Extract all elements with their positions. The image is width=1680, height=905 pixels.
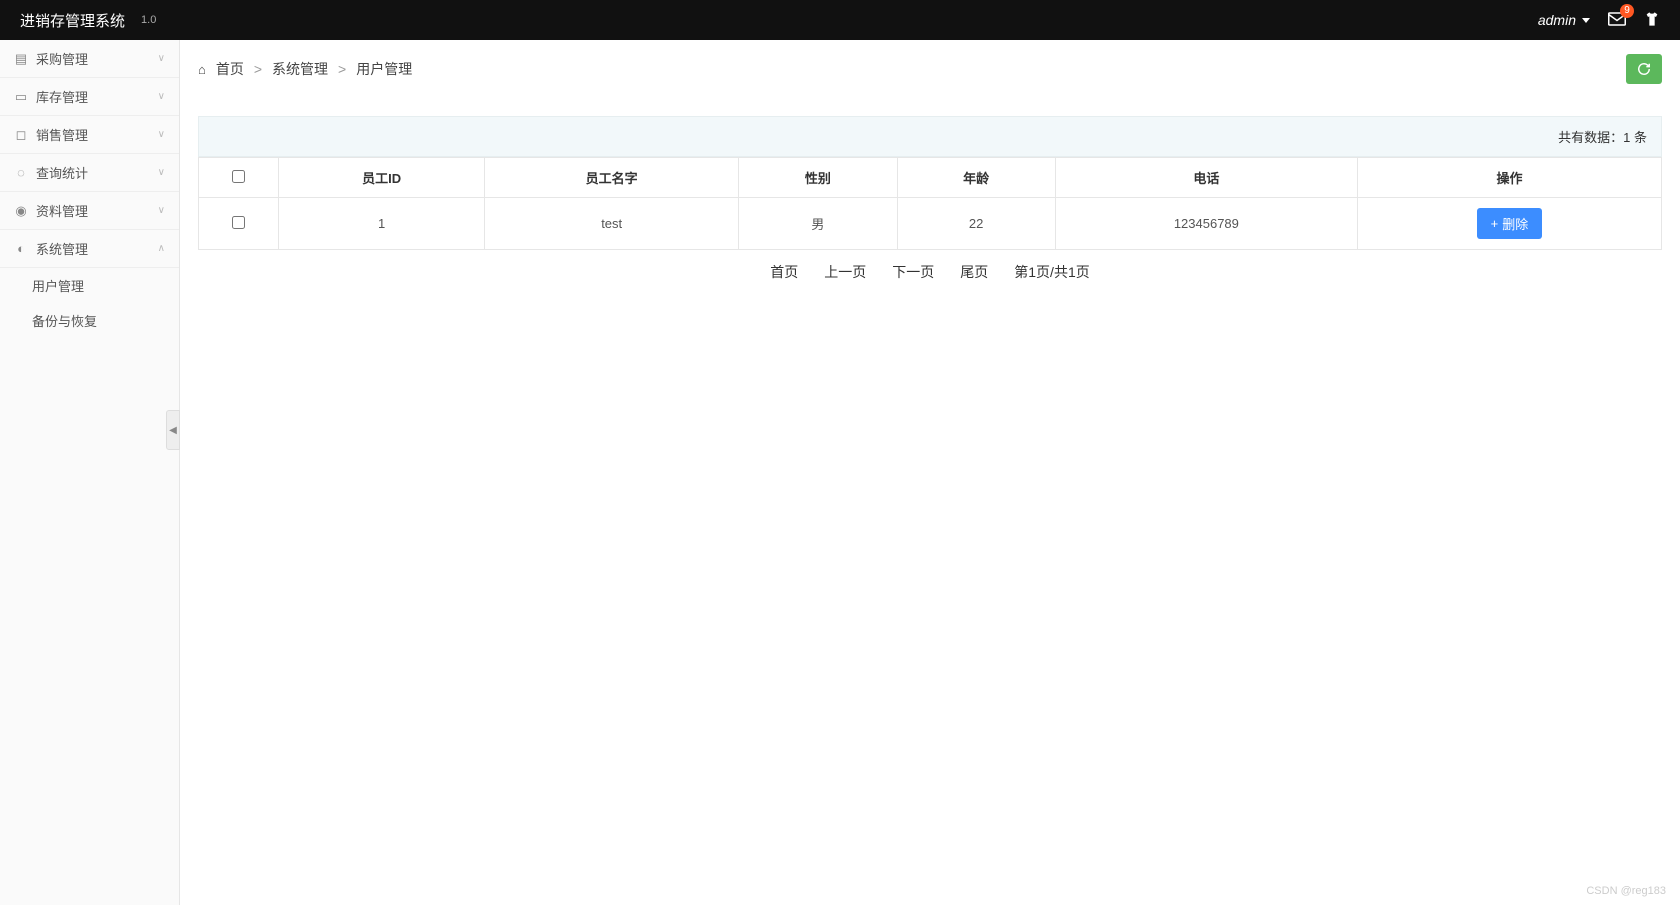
app-title: 进销存管理系统 <box>20 10 125 31</box>
app-version: 1.0 <box>141 14 156 26</box>
chevron-down-icon: ∨ <box>158 53 165 64</box>
cell-id: 1 <box>279 198 485 250</box>
theme-button[interactable] <box>1644 11 1660 30</box>
sidebar-collapse-handle[interactable]: ◀ <box>166 410 180 450</box>
breadcrumb-separator: > <box>254 61 262 77</box>
page-info: 第1页/共1页 <box>1014 262 1089 282</box>
mail-button[interactable]: 9 <box>1608 12 1626 29</box>
delete-label: 删除 <box>1502 214 1528 233</box>
breadcrumb-level2: 用户管理 <box>356 59 412 79</box>
user-table: 员工ID 员工名字 性别 年龄 电话 操作 1 test 男 22 123456… <box>198 157 1662 250</box>
page-last[interactable]: 尾页 <box>960 262 988 282</box>
page-prev[interactable]: 上一页 <box>824 262 866 282</box>
page-next[interactable]: 下一页 <box>892 262 934 282</box>
breadcrumb: ⌂ 首页 > 系统管理 > 用户管理 <box>198 59 412 79</box>
watermark: CSDN @reg183 <box>1586 885 1666 897</box>
table-header-row: 员工ID 员工名字 性别 年龄 电话 操作 <box>199 158 1662 198</box>
header-left: 进销存管理系统 1.0 <box>20 10 156 31</box>
header-phone: 电话 <box>1055 158 1357 198</box>
sidebar: ▤采购管理 ∨ ▭库存管理 ∨ ◻销售管理 ∨ ◌查询统计 ∨ ◉资料管理 ∨ … <box>0 40 180 905</box>
top-header: 进销存管理系统 1.0 admin 9 <box>0 0 1680 40</box>
user-dropdown[interactable]: admin <box>1538 12 1590 28</box>
breadcrumb-separator: > <box>338 61 346 77</box>
sidebar-item-label: 查询统计 <box>36 163 88 182</box>
person-icon: ◐ <box>14 242 28 256</box>
bag-icon: ◻ <box>14 128 28 142</box>
cell-action: + 删除 <box>1357 198 1661 250</box>
header-id: 员工ID <box>279 158 485 198</box>
info-bar: 共有数据：1 条 <box>198 116 1662 157</box>
chevron-down-icon: ∨ <box>158 167 165 178</box>
card-icon: ▭ <box>14 90 28 104</box>
home-icon: ⌂ <box>198 62 206 77</box>
header-age: 年龄 <box>897 158 1055 198</box>
refresh-icon <box>1637 62 1651 76</box>
cell-gender: 男 <box>739 198 897 250</box>
row-checkbox[interactable] <box>232 216 245 229</box>
sidebar-item-label: 销售管理 <box>36 125 88 144</box>
header-gender: 性别 <box>739 158 897 198</box>
shirt-icon <box>1644 11 1660 27</box>
sidebar-item-data[interactable]: ◉ 资料管理 ∨ <box>0 192 179 230</box>
info-suffix: 条 <box>1630 130 1647 145</box>
sidebar-item-purchase[interactable]: ▤ 采购管理 ∨ <box>0 40 179 78</box>
delete-button[interactable]: + 删除 <box>1477 208 1543 239</box>
chevron-down-icon: ∨ <box>158 129 165 140</box>
page-first[interactable]: 首页 <box>770 262 798 282</box>
sidebar-item-label: 系统管理 <box>36 239 88 258</box>
plus-icon: + <box>1491 216 1499 231</box>
breadcrumb-level1[interactable]: 系统管理 <box>272 59 328 79</box>
sidebar-item-sales[interactable]: ◻ 销售管理 ∨ <box>0 116 179 154</box>
user-icon: ◉ <box>14 204 28 218</box>
username-label: admin <box>1538 12 1576 28</box>
breadcrumb-row: ⌂ 首页 > 系统管理 > 用户管理 <box>198 54 1662 84</box>
chat-icon: ◌ <box>14 166 28 180</box>
content-area: ⌂ 首页 > 系统管理 > 用户管理 共有数据：1 条 员工ID 员工名字 性别 <box>180 40 1680 905</box>
chevron-down-icon: ∨ <box>158 205 165 216</box>
select-all-checkbox[interactable] <box>232 170 245 183</box>
row-checkbox-cell <box>199 198 279 250</box>
chevron-down-icon <box>1582 18 1590 23</box>
chevron-down-icon: ∨ <box>158 91 165 102</box>
cell-name: test <box>485 198 739 250</box>
table-row: 1 test 男 22 123456789 + 删除 <box>199 198 1662 250</box>
refresh-button[interactable] <box>1626 54 1662 84</box>
submenu-user-mgmt[interactable]: 用户管理 <box>0 268 179 303</box>
header-action: 操作 <box>1357 158 1661 198</box>
header-name: 员工名字 <box>485 158 739 198</box>
info-prefix: 共有数据： <box>1558 130 1623 145</box>
sidebar-item-label: 资料管理 <box>36 201 88 220</box>
cell-age: 22 <box>897 198 1055 250</box>
pagination: 首页 上一页 下一页 尾页 第1页/共1页 <box>198 250 1662 294</box>
sidebar-item-query[interactable]: ◌ 查询统计 ∨ <box>0 154 179 192</box>
header-right: admin 9 <box>1538 11 1660 30</box>
notification-badge: 9 <box>1620 4 1634 18</box>
submenu-backup[interactable]: 备份与恢复 <box>0 303 179 338</box>
cell-phone: 123456789 <box>1055 198 1357 250</box>
sidebar-item-system[interactable]: ◐ 系统管理 ∧ <box>0 230 179 268</box>
sidebar-item-label: 采购管理 <box>36 49 88 68</box>
sidebar-item-label: 库存管理 <box>36 87 88 106</box>
header-checkbox-cell <box>199 158 279 198</box>
sidebar-item-inventory[interactable]: ▭ 库存管理 ∨ <box>0 78 179 116</box>
clipboard-icon: ▤ <box>14 52 28 66</box>
main-layout: ▤采购管理 ∨ ▭库存管理 ∨ ◻销售管理 ∨ ◌查询统计 ∨ ◉资料管理 ∨ … <box>0 40 1680 905</box>
breadcrumb-home[interactable]: 首页 <box>216 59 244 79</box>
chevron-up-icon: ∧ <box>158 243 165 254</box>
